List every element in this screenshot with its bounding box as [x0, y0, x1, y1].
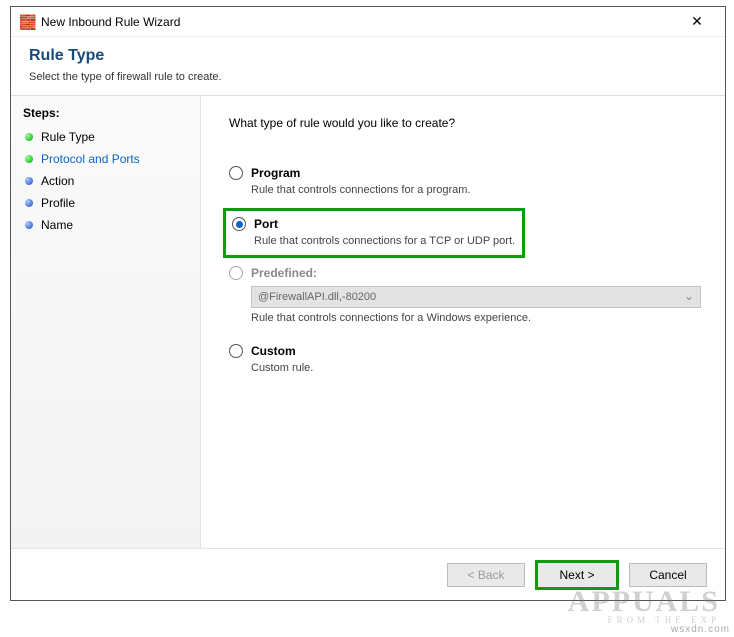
content-panel: What type of rule would you like to crea…: [201, 96, 725, 548]
steps-sidebar: Steps: Rule Type Protocol and Ports Acti…: [11, 96, 201, 548]
option-description: Custom rule.: [251, 362, 693, 374]
step-dot-icon: [25, 199, 33, 207]
page-title: Rule Type: [29, 47, 707, 65]
option-description: Rule that controls connections for a pro…: [251, 184, 693, 196]
option-predefined[interactable]: Predefined: @FirewallAPI.dll,-80200 Rule…: [229, 258, 697, 336]
step-label: Protocol and Ports: [41, 152, 140, 166]
steps-heading: Steps:: [11, 102, 200, 126]
option-label: Program: [251, 166, 300, 180]
window-title: New Inbound Rule Wizard: [41, 15, 180, 29]
step-label: Action: [41, 174, 74, 188]
back-button[interactable]: < Back: [447, 563, 525, 587]
step-label: Name: [41, 218, 73, 232]
option-description: Rule that controls connections for a TCP…: [254, 235, 516, 247]
close-button[interactable]: ✕: [677, 8, 717, 36]
step-profile[interactable]: Profile: [11, 192, 200, 214]
predefined-select-value: @FirewallAPI.dll,-80200: [258, 291, 376, 303]
close-icon: ✕: [691, 13, 703, 30]
wizard-window: 🧱 New Inbound Rule Wizard ✕ Rule Type Se…: [10, 6, 726, 601]
option-label: Predefined:: [251, 266, 317, 280]
option-custom[interactable]: Custom Custom rule.: [229, 336, 697, 386]
page-header: Rule Type Select the type of firewall ru…: [11, 37, 725, 95]
cancel-button-label: Cancel: [649, 568, 686, 582]
step-dot-icon: [25, 177, 33, 185]
page-subtitle: Select the type of firewall rule to crea…: [29, 71, 707, 83]
step-rule-type[interactable]: Rule Type: [11, 126, 200, 148]
step-action[interactable]: Action: [11, 170, 200, 192]
rule-type-options: Program Rule that controls connections f…: [229, 158, 697, 386]
option-program[interactable]: Program Rule that controls connections f…: [229, 158, 697, 208]
option-label: Port: [254, 217, 278, 231]
step-protocol-ports[interactable]: Protocol and Ports: [11, 148, 200, 170]
back-button-label: < Back: [467, 568, 504, 582]
step-dot-icon: [25, 155, 33, 163]
next-button[interactable]: Next >: [535, 560, 619, 590]
predefined-select[interactable]: @FirewallAPI.dll,-80200: [251, 286, 701, 308]
radio-predefined[interactable]: [229, 266, 243, 280]
step-label: Profile: [41, 196, 75, 210]
next-button-label: Next >: [559, 568, 594, 582]
radio-port[interactable]: [232, 217, 246, 231]
option-description: Rule that controls connections for a Win…: [251, 312, 693, 324]
step-name[interactable]: Name: [11, 214, 200, 236]
cancel-button[interactable]: Cancel: [629, 563, 707, 587]
step-label: Rule Type: [41, 130, 95, 144]
wizard-footer: < Back Next > Cancel: [11, 548, 725, 600]
radio-program[interactable]: [229, 166, 243, 180]
titlebar: 🧱 New Inbound Rule Wizard ✕: [11, 7, 725, 37]
wizard-body: Steps: Rule Type Protocol and Ports Acti…: [11, 96, 725, 548]
step-dot-icon: [25, 133, 33, 141]
prompt-text: What type of rule would you like to crea…: [229, 116, 697, 130]
site-watermark: wsxdn.com: [671, 624, 730, 635]
option-port[interactable]: Port Rule that controls connections for …: [223, 208, 525, 258]
step-dot-icon: [25, 221, 33, 229]
radio-custom[interactable]: [229, 344, 243, 358]
firewall-icon: 🧱: [19, 14, 35, 30]
option-label: Custom: [251, 344, 296, 358]
